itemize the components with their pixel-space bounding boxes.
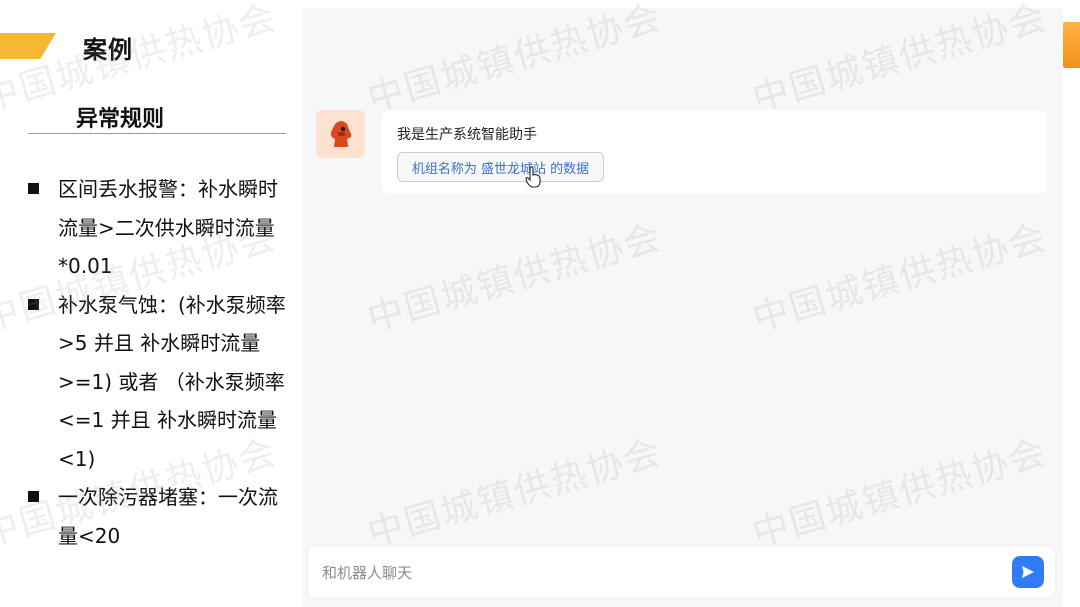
- rule-item: 一次除污器堵塞：一次流量<20: [26, 478, 288, 555]
- rule-text: 一次除污器堵塞：一次流量<20: [58, 485, 278, 548]
- rule-item: 补水泵气蚀：(补水泵频率>5 并且 补水瞬时流量>=1) 或者 （补水泵频率<=…: [26, 286, 288, 479]
- rule-text: 区间丢水报警：补水瞬时流量>二次供水瞬时流量*0.01: [58, 177, 278, 278]
- chat-input[interactable]: [320, 558, 1004, 588]
- send-button[interactable]: [1012, 556, 1044, 588]
- bullet-icon: [28, 298, 39, 310]
- rules-list: 区间丢水报警：补水瞬时流量>二次供水瞬时流量*0.01 补水泵气蚀：(补水泵频率…: [26, 170, 288, 555]
- hand-pointer-icon: [525, 166, 541, 188]
- bot-message-bubble: 我是生产系统智能助手 机组名称为 盛世龙城站 的数据: [381, 110, 1047, 194]
- divider: [28, 133, 286, 134]
- slide-panel: 案例 异常规则 区间丢水报警：补水瞬时流量>二次供水瞬时流量*0.01 补水泵气…: [0, 0, 300, 607]
- rule-text: 补水泵气蚀：(补水泵频率>5 并且 补水瞬时流量>=1) 或者 （补水泵频率<=…: [58, 292, 286, 471]
- bullet-icon: [28, 183, 39, 194]
- send-icon: [1022, 566, 1034, 578]
- rule-item: 区间丢水报警：补水瞬时流量>二次供水瞬时流量*0.01: [26, 170, 288, 286]
- chat-input-box: [308, 546, 1055, 598]
- suggestion-chip[interactable]: 机组名称为 盛世龙城站 的数据: [397, 152, 604, 182]
- case-title: 案例: [83, 36, 133, 64]
- chat-panel: [303, 8, 1063, 607]
- bullet-icon: [28, 491, 39, 502]
- accent-bar: [0, 33, 56, 59]
- section-title: 异常规则: [76, 107, 165, 132]
- bot-message: 我是生产系统智能助手: [397, 127, 537, 143]
- side-tab[interactable]: [1063, 22, 1080, 68]
- robot-avatar-icon: [316, 110, 365, 158]
